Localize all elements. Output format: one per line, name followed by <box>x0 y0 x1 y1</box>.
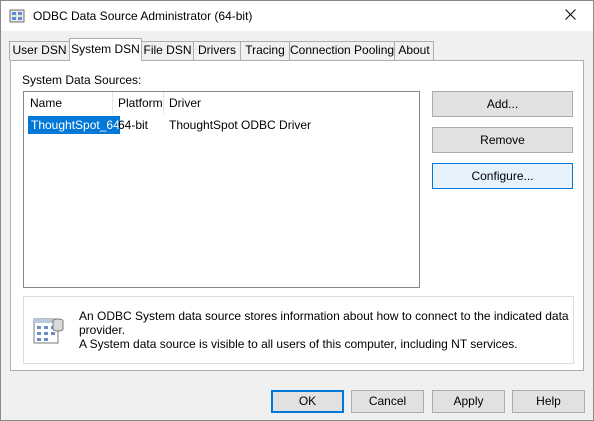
tab-connection-pooling[interactable]: Connection Pooling <box>289 41 395 60</box>
ok-button[interactable]: OK <box>271 390 344 413</box>
apply-button[interactable]: Apply <box>432 390 505 413</box>
window-title: ODBC Data Source Administrator (64-bit) <box>33 9 253 23</box>
add-button[interactable]: Add... <box>432 91 573 117</box>
cancel-button[interactable]: Cancel <box>351 390 424 413</box>
list-item[interactable]: ThoughtSpot_64 64-bit ThoughtSpot ODBC D… <box>24 116 419 134</box>
tab-system-dsn[interactable]: System DSN <box>69 38 142 61</box>
close-button[interactable] <box>547 1 593 31</box>
column-header-platform[interactable]: Platform <box>112 92 163 114</box>
info-line-1: An ODBC System data source stores inform… <box>79 309 569 337</box>
column-header-name[interactable]: Name <box>24 92 112 114</box>
list-header: Name Platform Driver <box>24 92 419 114</box>
close-icon <box>564 9 576 23</box>
configure-button[interactable]: Configure... <box>432 163 573 189</box>
dsn-platform-cell: 64-bit <box>118 118 149 132</box>
data-source-info-icon <box>32 313 66 347</box>
tab-user-dsn[interactable]: User DSN <box>9 41 70 60</box>
tab-file-dsn[interactable]: File DSN <box>141 41 194 60</box>
info-box: An ODBC System data source stores inform… <box>23 296 574 364</box>
column-header-driver[interactable]: Driver <box>163 92 363 114</box>
tab-about[interactable]: About <box>394 41 434 60</box>
dsn-name-cell[interactable]: ThoughtSpot_64 <box>28 116 120 134</box>
help-button[interactable]: Help <box>512 390 585 413</box>
system-data-sources-label: System Data Sources: <box>22 73 142 87</box>
info-description: An ODBC System data source stores inform… <box>79 309 569 351</box>
title-bar: ODBC Data Source Administrator (64-bit) <box>1 1 593 31</box>
data-sources-list[interactable]: Name Platform Driver ThoughtSpot_64 64-b… <box>23 91 420 288</box>
odbc-app-icon <box>9 8 25 24</box>
system-dsn-panel: System Data Sources: Name Platform Drive… <box>10 60 584 371</box>
tab-drivers[interactable]: Drivers <box>193 41 241 60</box>
info-line-2: A System data source is visible to all u… <box>79 337 518 351</box>
odbc-admin-window: ODBC Data Source Administrator (64-bit) … <box>0 0 594 421</box>
tab-tracing[interactable]: Tracing <box>240 41 290 60</box>
remove-button[interactable]: Remove <box>432 127 573 153</box>
dsn-driver-cell: ThoughtSpot ODBC Driver <box>169 118 312 132</box>
